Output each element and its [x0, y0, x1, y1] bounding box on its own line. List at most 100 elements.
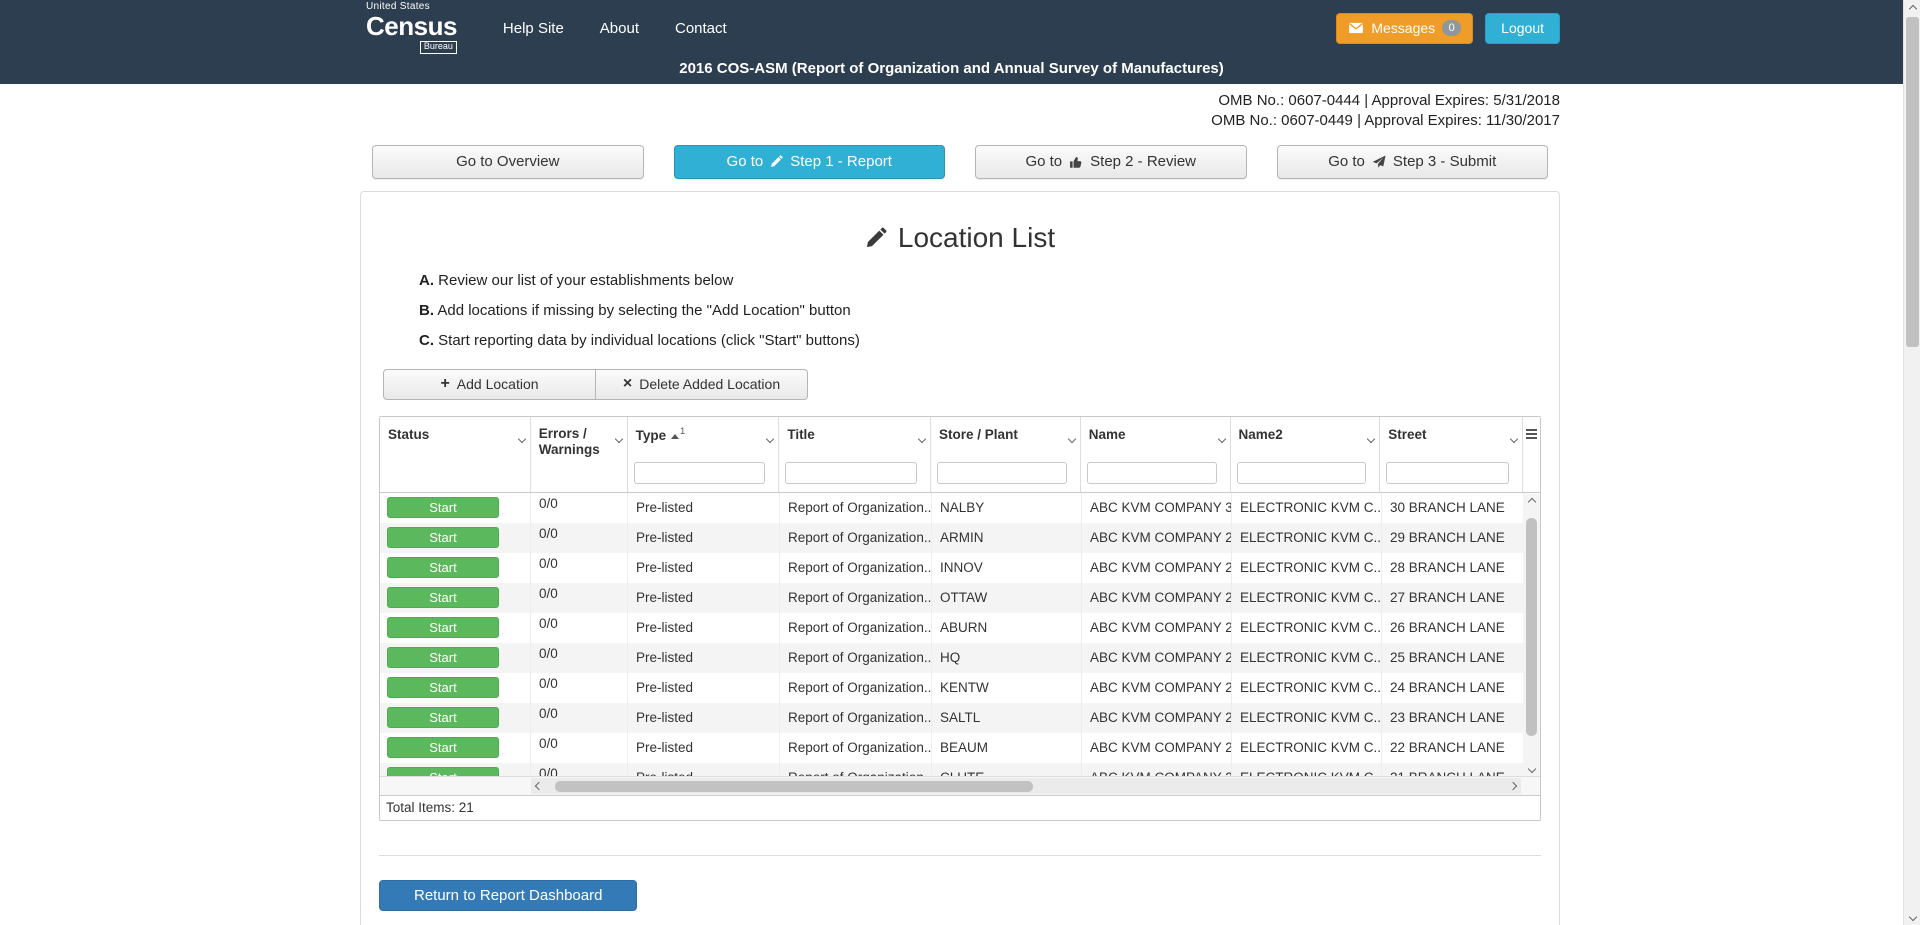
scroll-up-icon[interactable]	[1904, 0, 1920, 17]
scroll-up-icon[interactable]	[1523, 494, 1540, 510]
start-button[interactable]: Start	[387, 707, 499, 728]
table-row: Start 0/0 Pre-listed Report of Organizat…	[380, 703, 1525, 733]
table-vertical-scrollbar[interactable]	[1523, 494, 1540, 777]
scroll-left-icon[interactable]	[531, 778, 547, 794]
column-menu-button[interactable]	[616, 429, 622, 447]
column-menu-button[interactable]	[767, 429, 773, 447]
start-button[interactable]: Start	[387, 767, 499, 776]
instruction-letter: A.	[419, 272, 434, 289]
step-overview-button[interactable]: Go to Overview	[372, 145, 644, 179]
table-horizontal-scrollbar[interactable]	[531, 778, 1521, 794]
errors-warnings-cell: 0/0	[531, 493, 628, 523]
logout-button[interactable]: Logout	[1485, 13, 1560, 44]
title-cell: Report of Organization...	[780, 553, 932, 583]
start-button[interactable]: Start	[387, 677, 499, 698]
column-header-street[interactable]: Street	[1380, 417, 1523, 492]
street-cell: 29 BRANCH LANE	[1382, 523, 1525, 553]
chevron-down-icon	[766, 434, 774, 442]
column-menu-button[interactable]	[1511, 429, 1517, 447]
filter-input-name[interactable]	[1087, 462, 1217, 484]
page-scrollbar[interactable]	[1903, 0, 1920, 925]
errors-warnings-cell: 0/0	[531, 733, 628, 763]
step-2-review-button[interactable]: Go to Step 2 - Review	[975, 145, 1247, 179]
thumbs-up-icon	[1069, 155, 1083, 169]
add-location-button[interactable]: + Add Location	[383, 369, 596, 400]
column-chooser-button[interactable]	[1523, 417, 1540, 492]
horizontal-scrollbar-thumb[interactable]	[555, 781, 1033, 792]
column-menu-button[interactable]	[1069, 429, 1075, 447]
status-cell: Start	[380, 493, 531, 523]
column-menu-button[interactable]	[919, 429, 925, 447]
start-button[interactable]: Start	[387, 617, 499, 638]
name-cell: ABC KVM COMPANY 29	[1082, 523, 1232, 553]
column-header-errors-warnings[interactable]: Errors / Warnings	[531, 417, 628, 492]
nav-help-site[interactable]: Help Site	[503, 20, 564, 37]
status-cell: Start	[380, 553, 531, 583]
step-label: Go to	[727, 153, 764, 170]
table-row: Start 0/0 Pre-listed Report of Organizat…	[380, 763, 1525, 776]
omb-line-1: OMB No.: 0607-0444 | Approval Expires: 5…	[360, 91, 1560, 111]
type-cell: Pre-listed	[628, 703, 780, 733]
column-header-title[interactable]: Title	[779, 417, 931, 492]
filter-input-type[interactable]	[634, 462, 766, 484]
start-button[interactable]: Start	[387, 737, 499, 758]
type-cell: Pre-listed	[628, 583, 780, 613]
column-header-store-plant[interactable]: Store / Plant	[931, 417, 1081, 492]
column-menu-button[interactable]	[1219, 429, 1225, 447]
column-header-name2[interactable]: Name2	[1231, 417, 1381, 492]
title-cell: Report of Organization...	[780, 613, 932, 643]
column-menu-button[interactable]	[519, 429, 525, 447]
nav-contact[interactable]: Contact	[675, 20, 727, 37]
omb-info: OMB No.: 0607-0444 | Approval Expires: 5…	[360, 91, 1560, 132]
chevron-down-icon	[1217, 434, 1225, 442]
type-cell: Pre-listed	[628, 523, 780, 553]
column-header-type[interactable]: Type1	[628, 417, 780, 492]
page-scrollbar-thumb[interactable]	[1906, 17, 1919, 347]
census-logo[interactable]: United States Census Bureau	[366, 2, 457, 53]
column-menu-button[interactable]	[1368, 429, 1374, 447]
name2-cell: ELECTRONIC KVM C...	[1232, 613, 1382, 643]
divider	[379, 855, 1541, 856]
delete-location-label: Delete Added Location	[639, 376, 780, 392]
column-header-status[interactable]: Status	[380, 417, 531, 492]
delete-location-button[interactable]: × Delete Added Location	[595, 369, 808, 400]
filter-input-store-plant[interactable]	[937, 462, 1067, 484]
messages-button[interactable]: Messages 0	[1336, 13, 1473, 44]
chevron-down-icon	[918, 434, 926, 442]
status-cell: Start	[380, 763, 531, 776]
omb-line-2: OMB No.: 0607-0449 | Approval Expires: 1…	[360, 111, 1560, 131]
name2-cell: ELECTRONIC KVM C...	[1232, 703, 1382, 733]
step-1-report-button[interactable]: Go to Step 1 - Report	[674, 145, 946, 179]
step-navigation: Go to Overview Go to Step 1 - Report Go …	[360, 145, 1560, 179]
name-cell: ABC KVM COMPANY 23	[1082, 703, 1232, 733]
hamburger-menu-icon	[1526, 429, 1537, 439]
start-button[interactable]: Start	[387, 557, 499, 578]
nav-about[interactable]: About	[600, 20, 639, 37]
filter-input-title[interactable]	[785, 462, 917, 484]
name-cell: ABC KVM COMPANY 30	[1082, 493, 1232, 523]
scroll-down-icon[interactable]	[1523, 761, 1540, 777]
name2-cell: ELECTRONIC KVM C...	[1232, 763, 1382, 776]
start-button[interactable]: Start	[387, 647, 499, 668]
column-label: Status	[388, 427, 429, 444]
table-row: Start 0/0 Pre-listed Report of Organizat…	[380, 673, 1525, 703]
start-button[interactable]: Start	[387, 587, 499, 608]
type-cell: Pre-listed	[628, 673, 780, 703]
locations-table: Status Errors / Warnings Type1 Title Sto…	[379, 416, 1541, 821]
filter-input-name2[interactable]	[1237, 462, 1367, 484]
start-button[interactable]: Start	[387, 527, 499, 548]
scroll-down-icon[interactable]	[1904, 908, 1920, 925]
scroll-right-icon[interactable]	[1505, 778, 1521, 794]
column-header-name[interactable]: Name	[1081, 417, 1231, 492]
table-row: Start 0/0 Pre-listed Report of Organizat…	[380, 583, 1525, 613]
return-dashboard-button[interactable]: Return to Report Dashboard	[379, 880, 637, 911]
vertical-scrollbar-thumb[interactable]	[1526, 518, 1537, 736]
title-cell: Report of Organization...	[780, 583, 932, 613]
step-3-submit-button[interactable]: Go to Step 3 - Submit	[1277, 145, 1549, 179]
name2-cell: ELECTRONIC KVM C...	[1232, 493, 1382, 523]
name-cell: ABC KVM COMPANY 28	[1082, 553, 1232, 583]
sort-order-badge: 1	[680, 426, 685, 436]
street-cell: 25 BRANCH LANE	[1382, 643, 1525, 673]
filter-input-street[interactable]	[1386, 462, 1509, 484]
start-button[interactable]: Start	[387, 497, 499, 518]
